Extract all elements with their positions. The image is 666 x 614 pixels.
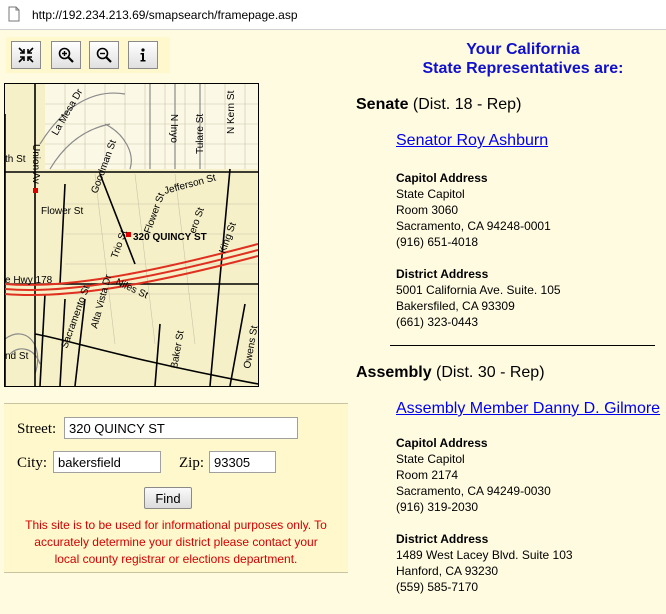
address-line: Sacramento, CA 94248-0001 [396, 219, 551, 233]
zoom-in-button[interactable] [51, 41, 81, 69]
url-text[interactable]: http://192.234.213.69/smapsearch/framepa… [32, 8, 298, 22]
street-input[interactable] [64, 417, 298, 439]
map-label: th St [5, 154, 26, 165]
page-icon [8, 6, 20, 22]
map-label: 320 QUINCY ST [133, 232, 207, 243]
map-toolbar [6, 37, 170, 73]
phone-number: (916) 319-2030 [396, 500, 479, 514]
disclaimer-line: This site is to be used for informationa… [25, 518, 327, 532]
zoom-in-icon [58, 47, 74, 63]
city-label: City: [17, 455, 48, 471]
senator-link[interactable]: Senator Roy Ashburn [396, 132, 548, 150]
address-line: Hanford, CA 93230 [396, 564, 499, 578]
phone-number: (916) 651-4018 [396, 235, 479, 249]
address-title: Capitol Address [396, 436, 488, 450]
street-label: Street: [17, 421, 57, 437]
district-number: (Dist. 30 - Rep) [436, 364, 545, 381]
results-heading: Your California State Representatives ar… [360, 40, 666, 78]
disclaimer: This site is to be used for informationa… [4, 517, 348, 568]
disclaimer-line: local county registrar or elections depa… [54, 552, 298, 566]
phone-number: (661) 323-0443 [396, 315, 479, 329]
city-input[interactable] [53, 451, 161, 473]
assembly-member-link[interactable]: Assembly Member Danny D. Gilmore [396, 400, 660, 418]
map-label: N Kern St [226, 90, 237, 134]
address-search-form: Street: City: Zip: Find This site is to … [4, 403, 348, 573]
zip-input[interactable] [209, 451, 276, 473]
chamber-name: Assembly [356, 364, 432, 381]
district-number: (Dist. 18 - Rep) [412, 96, 522, 113]
heading-line: State Representatives are: [422, 60, 624, 77]
assembly-header: Assembly (Dist. 30 - Rep) [356, 364, 545, 382]
address-title: District Address [396, 267, 489, 281]
map-label: e Hwy 178 [5, 275, 53, 286]
info-button[interactable] [128, 41, 158, 69]
assembly-capitol-address: Capitol Address State Capitol Room 2174 … [396, 435, 551, 515]
senate-capitol-address: Capitol Address State Capitol Room 3060 … [396, 170, 551, 250]
address-line: 1489 West Lacey Blvd. Suite 103 [396, 548, 573, 562]
find-button[interactable]: Find [144, 487, 192, 509]
map-label: Tulare St [195, 114, 206, 154]
map-view[interactable]: La Mesa Dr N Inyo Tulare St N Kern St th… [4, 83, 259, 387]
chamber-name: Senate [356, 96, 409, 113]
zoom-out-button[interactable] [89, 41, 119, 69]
zoom-out-icon [96, 47, 112, 63]
senate-district-address: District Address 5001 California Ave. Su… [396, 266, 561, 330]
full-extent-icon [18, 47, 34, 63]
map-label: Flower St [41, 206, 83, 217]
address-line: Bakersfiled, CA 93309 [396, 299, 515, 313]
senate-header: Senate (Dist. 18 - Rep) [356, 96, 521, 114]
address-bar[interactable]: http://192.234.213.69/smapsearch/framepa… [0, 0, 666, 30]
map-label: Union Av [30, 144, 41, 184]
divider [390, 345, 655, 346]
address-title: District Address [396, 532, 489, 546]
map-label: nd St [5, 351, 29, 362]
full-extent-button[interactable] [11, 41, 41, 69]
info-icon [140, 48, 146, 62]
zip-label: Zip: [179, 455, 204, 471]
address-line: Room 3060 [396, 203, 459, 217]
address-line: State Capitol [396, 187, 465, 201]
street-map[interactable]: La Mesa Dr N Inyo Tulare St N Kern St th… [5, 84, 258, 386]
phone-number: (559) 585-7170 [396, 580, 479, 594]
disclaimer-line: accurately determine your district pleas… [34, 535, 318, 549]
address-line: 5001 California Ave. Suite. 105 [396, 283, 561, 297]
assembly-district-address: District Address 1489 West Lacey Blvd. S… [396, 531, 573, 595]
map-label: N Inyo [168, 114, 179, 143]
address-line: State Capitol [396, 452, 465, 466]
address-line: Room 2174 [396, 468, 459, 482]
heading-line: Your California [466, 41, 580, 58]
address-title: Capitol Address [396, 171, 488, 185]
address-line: Sacramento, CA 94249-0030 [396, 484, 551, 498]
